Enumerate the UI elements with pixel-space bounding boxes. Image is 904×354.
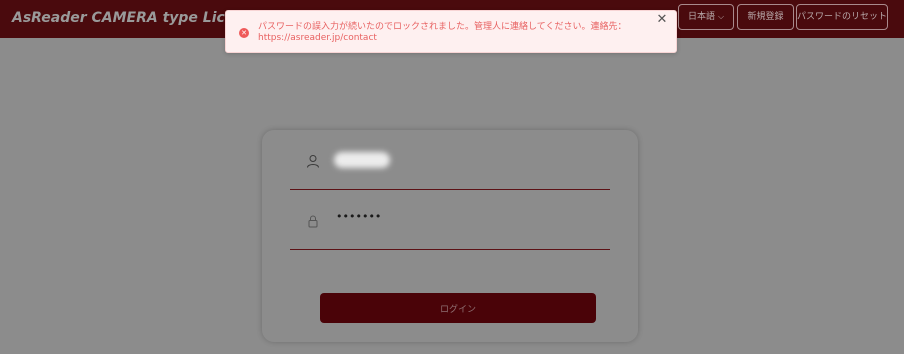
password-value: ••••••• bbox=[336, 210, 382, 223]
username-value-redacted bbox=[334, 152, 390, 168]
username-field[interactable] bbox=[290, 144, 610, 190]
reset-password-button[interactable]: パスワードのリセット bbox=[796, 4, 888, 30]
login-card: ••••••• ログイン bbox=[262, 130, 638, 342]
login-button[interactable]: ログイン bbox=[320, 293, 596, 323]
close-icon[interactable]: ✕ bbox=[655, 13, 669, 27]
user-icon bbox=[307, 155, 319, 168]
error-circle-icon: ✕ bbox=[239, 28, 249, 38]
error-alert: ✕ パスワードの誤入力が続いたのでロックされました。管理人に連絡してください。連… bbox=[225, 10, 677, 53]
error-alert-message: パスワードの誤入力が続いたのでロックされました。管理人に連絡してください。連絡先… bbox=[258, 22, 627, 43]
register-button[interactable]: 新規登録 bbox=[737, 4, 794, 30]
lock-icon bbox=[308, 215, 318, 228]
language-select[interactable]: 日本語 ⌵ bbox=[678, 4, 734, 30]
password-field[interactable]: ••••••• bbox=[290, 204, 610, 250]
reset-password-button-label: パスワードのリセット bbox=[797, 12, 888, 22]
password-underline bbox=[290, 249, 610, 250]
chevron-down-icon: ⌵ bbox=[717, 12, 725, 21]
language-select-label: 日本語 bbox=[687, 12, 715, 22]
username-underline bbox=[290, 189, 610, 190]
register-button-label: 新規登録 bbox=[747, 12, 784, 22]
